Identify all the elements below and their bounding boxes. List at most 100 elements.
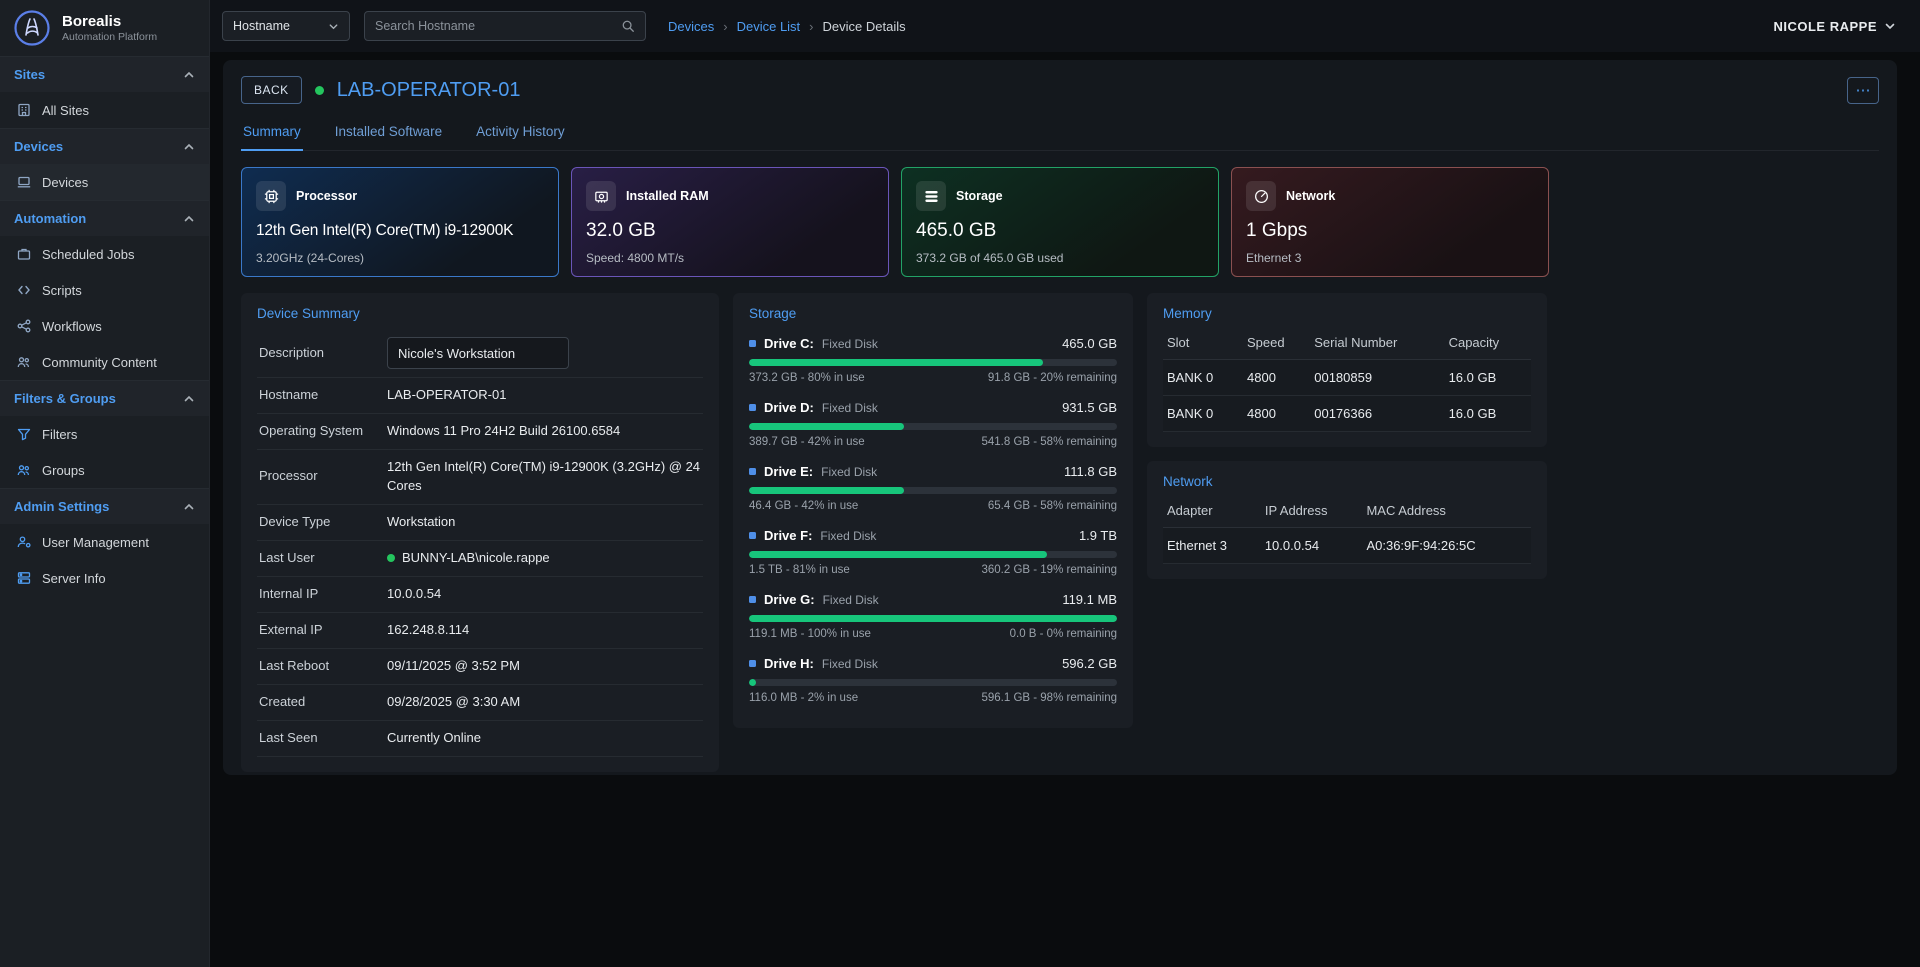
drive-row-e: Drive E: Fixed Disk 111.8 GB 46.4 GB - 4… xyxy=(749,457,1117,521)
right-column: Memory Slot Speed Serial Number Capacity xyxy=(1147,293,1547,579)
drive-remaining-label: 65.4 GB - 58% remaining xyxy=(988,500,1117,512)
drive-bullet-icon xyxy=(749,596,756,603)
stat-card-storage: Storage 465.0 GB 373.2 GB of 465.0 GB us… xyxy=(901,167,1219,277)
drive-row-d: Drive D: Fixed Disk 931.5 GB 389.7 GB - … xyxy=(749,393,1117,457)
drive-used-label: 46.4 GB - 42% in use xyxy=(749,500,858,512)
back-button[interactable]: BACK xyxy=(241,76,302,104)
summary-row-processor: Processor 12th Gen Intel(R) Core(TM) i9-… xyxy=(257,450,703,505)
sidebar-section-label: Automation xyxy=(14,211,86,226)
breadcrumb-devices[interactable]: Devices xyxy=(668,19,714,34)
people-icon xyxy=(16,462,32,478)
building-icon xyxy=(16,102,32,118)
stat-cards: Processor 12th Gen Intel(R) Core(TM) i9-… xyxy=(241,167,1879,277)
drive-used-label: 119.1 MB - 100% in use xyxy=(749,628,871,640)
memory-col-serial: Serial Number xyxy=(1310,329,1444,360)
search-icon[interactable] xyxy=(621,19,635,33)
ram-icon xyxy=(586,181,616,211)
network-gauge-icon xyxy=(1246,181,1276,211)
stat-card-ram: Installed RAM 32.0 GB Speed: 4800 MT/s xyxy=(571,167,889,277)
stat-title: Network xyxy=(1286,189,1335,203)
breadcrumb-separator: › xyxy=(723,19,727,34)
summary-row-device-type: Device Type Workstation xyxy=(257,505,703,541)
brand-header: Borealis Automation Platform xyxy=(0,0,209,56)
sidebar-item-groups[interactable]: Groups xyxy=(0,452,209,488)
chevron-up-icon xyxy=(183,141,195,153)
page-title: LAB-OPERATOR-01 xyxy=(337,79,521,102)
breadcrumb-device-list[interactable]: Device List xyxy=(737,19,801,34)
memory-col-slot: Slot xyxy=(1163,329,1243,360)
stat-title: Storage xyxy=(956,189,1003,203)
sidebar-item-devices[interactable]: Devices xyxy=(0,164,209,200)
panel-title: Storage xyxy=(749,306,1117,321)
sidebar-item-workflows[interactable]: Workflows xyxy=(0,308,209,344)
summary-row-last-seen: Last Seen Currently Online xyxy=(257,721,703,757)
topbar: Hostname Devices › Device List › Device … xyxy=(210,0,1920,52)
title-row: BACK LAB-OPERATOR-01 ⋯ xyxy=(241,76,1879,104)
summary-row-hostname: Hostname LAB-OPERATOR-01 xyxy=(257,378,703,414)
borealis-rabbit-logo xyxy=(12,8,52,48)
drive-usage-bar xyxy=(749,679,1117,686)
app-root: Borealis Automation Platform Sites All S… xyxy=(0,0,1920,967)
storage-panel: Storage Drive C: Fixed Disk 465.0 GB 373… xyxy=(733,293,1133,728)
sidebar-item-server-info[interactable]: Server Info xyxy=(0,560,209,596)
sidebar-item-label: Devices xyxy=(42,175,88,190)
device-details-card: BACK LAB-OPERATOR-01 ⋯ Summary Installed… xyxy=(223,60,1897,775)
search-input[interactable] xyxy=(375,19,613,33)
drive-row-f: Drive F: Fixed Disk 1.9 TB 1.5 TB - 81% … xyxy=(749,521,1117,585)
content-area: BACK LAB-OPERATOR-01 ⋯ Summary Installed… xyxy=(210,52,1920,967)
code-icon xyxy=(16,282,32,298)
sidebar-section-admin-settings[interactable]: Admin Settings xyxy=(0,488,209,524)
tab-summary[interactable]: Summary xyxy=(241,117,303,151)
panel-title: Device Summary xyxy=(257,306,703,321)
drive-row-c: Drive C: Fixed Disk 465.0 GB 373.2 GB - … xyxy=(749,329,1117,393)
storage-stack-icon xyxy=(916,181,946,211)
tab-activity-history[interactable]: Activity History xyxy=(474,117,567,150)
breadcrumb-separator: › xyxy=(809,19,813,34)
tab-installed-software[interactable]: Installed Software xyxy=(333,117,444,150)
sidebar-section-filters-groups[interactable]: Filters & Groups xyxy=(0,380,209,416)
sidebar-section-label: Sites xyxy=(14,67,45,82)
summary-row-internal-ip: Internal IP 10.0.0.54 xyxy=(257,577,703,613)
sidebar-section-automation[interactable]: Automation xyxy=(0,200,209,236)
summary-row-last-reboot: Last Reboot 09/11/2025 @ 3:52 PM xyxy=(257,649,703,685)
description-input[interactable] xyxy=(387,337,569,369)
sidebar-section-label: Devices xyxy=(14,139,63,154)
sidebar-item-label: Filters xyxy=(42,427,77,442)
sidebar-item-filters[interactable]: Filters xyxy=(0,416,209,452)
chevron-up-icon xyxy=(183,69,195,81)
sidebar-section-label: Filters & Groups xyxy=(14,391,116,406)
share-nodes-icon xyxy=(16,318,32,334)
sidebar: Borealis Automation Platform Sites All S… xyxy=(0,0,210,967)
drive-used-label: 1.5 TB - 81% in use xyxy=(749,564,850,576)
drive-usage-bar xyxy=(749,487,1117,494)
drive-row-g: Drive G: Fixed Disk 119.1 MB 119.1 MB - … xyxy=(749,585,1117,649)
stat-title: Processor xyxy=(296,189,357,203)
sidebar-item-user-management[interactable]: User Management xyxy=(0,524,209,560)
drive-usage-bar xyxy=(749,551,1117,558)
sidebar-section-sites[interactable]: Sites xyxy=(0,56,209,92)
drive-bullet-icon xyxy=(749,340,756,347)
chevron-up-icon xyxy=(183,213,195,225)
sidebar-section-devices[interactable]: Devices xyxy=(0,128,209,164)
drive-remaining-label: 541.8 GB - 58% remaining xyxy=(981,436,1117,448)
sidebar-item-label: Workflows xyxy=(42,319,102,334)
user-menu[interactable]: NICOLE RAPPE xyxy=(1773,19,1896,34)
drive-row-h: Drive H: Fixed Disk 596.2 GB 116.0 MB - … xyxy=(749,649,1117,713)
memory-table: Slot Speed Serial Number Capacity BANK 0 xyxy=(1163,329,1531,432)
sidebar-item-community-content[interactable]: Community Content xyxy=(0,344,209,380)
drive-remaining-label: 0.0 B - 0% remaining xyxy=(1010,628,1117,640)
sidebar-item-scheduled-jobs[interactable]: Scheduled Jobs xyxy=(0,236,209,272)
drive-used-label: 373.2 GB - 80% in use xyxy=(749,372,865,384)
network-col-adapter: Adapter xyxy=(1163,497,1261,528)
search-field-dropdown[interactable]: Hostname xyxy=(222,11,350,41)
sidebar-item-scripts[interactable]: Scripts xyxy=(0,272,209,308)
more-actions-button[interactable]: ⋯ xyxy=(1847,77,1879,104)
user-gear-icon xyxy=(16,534,32,550)
sidebar-item-label: All Sites xyxy=(42,103,89,118)
memory-row: BANK 0 4800 00176366 16.0 GB xyxy=(1163,396,1531,432)
chevron-down-icon xyxy=(328,21,339,32)
sidebar-item-all-sites[interactable]: All Sites xyxy=(0,92,209,128)
briefcase-icon xyxy=(16,246,32,262)
sidebar-item-label: Community Content xyxy=(42,355,157,370)
network-col-ip: IP Address xyxy=(1261,497,1363,528)
